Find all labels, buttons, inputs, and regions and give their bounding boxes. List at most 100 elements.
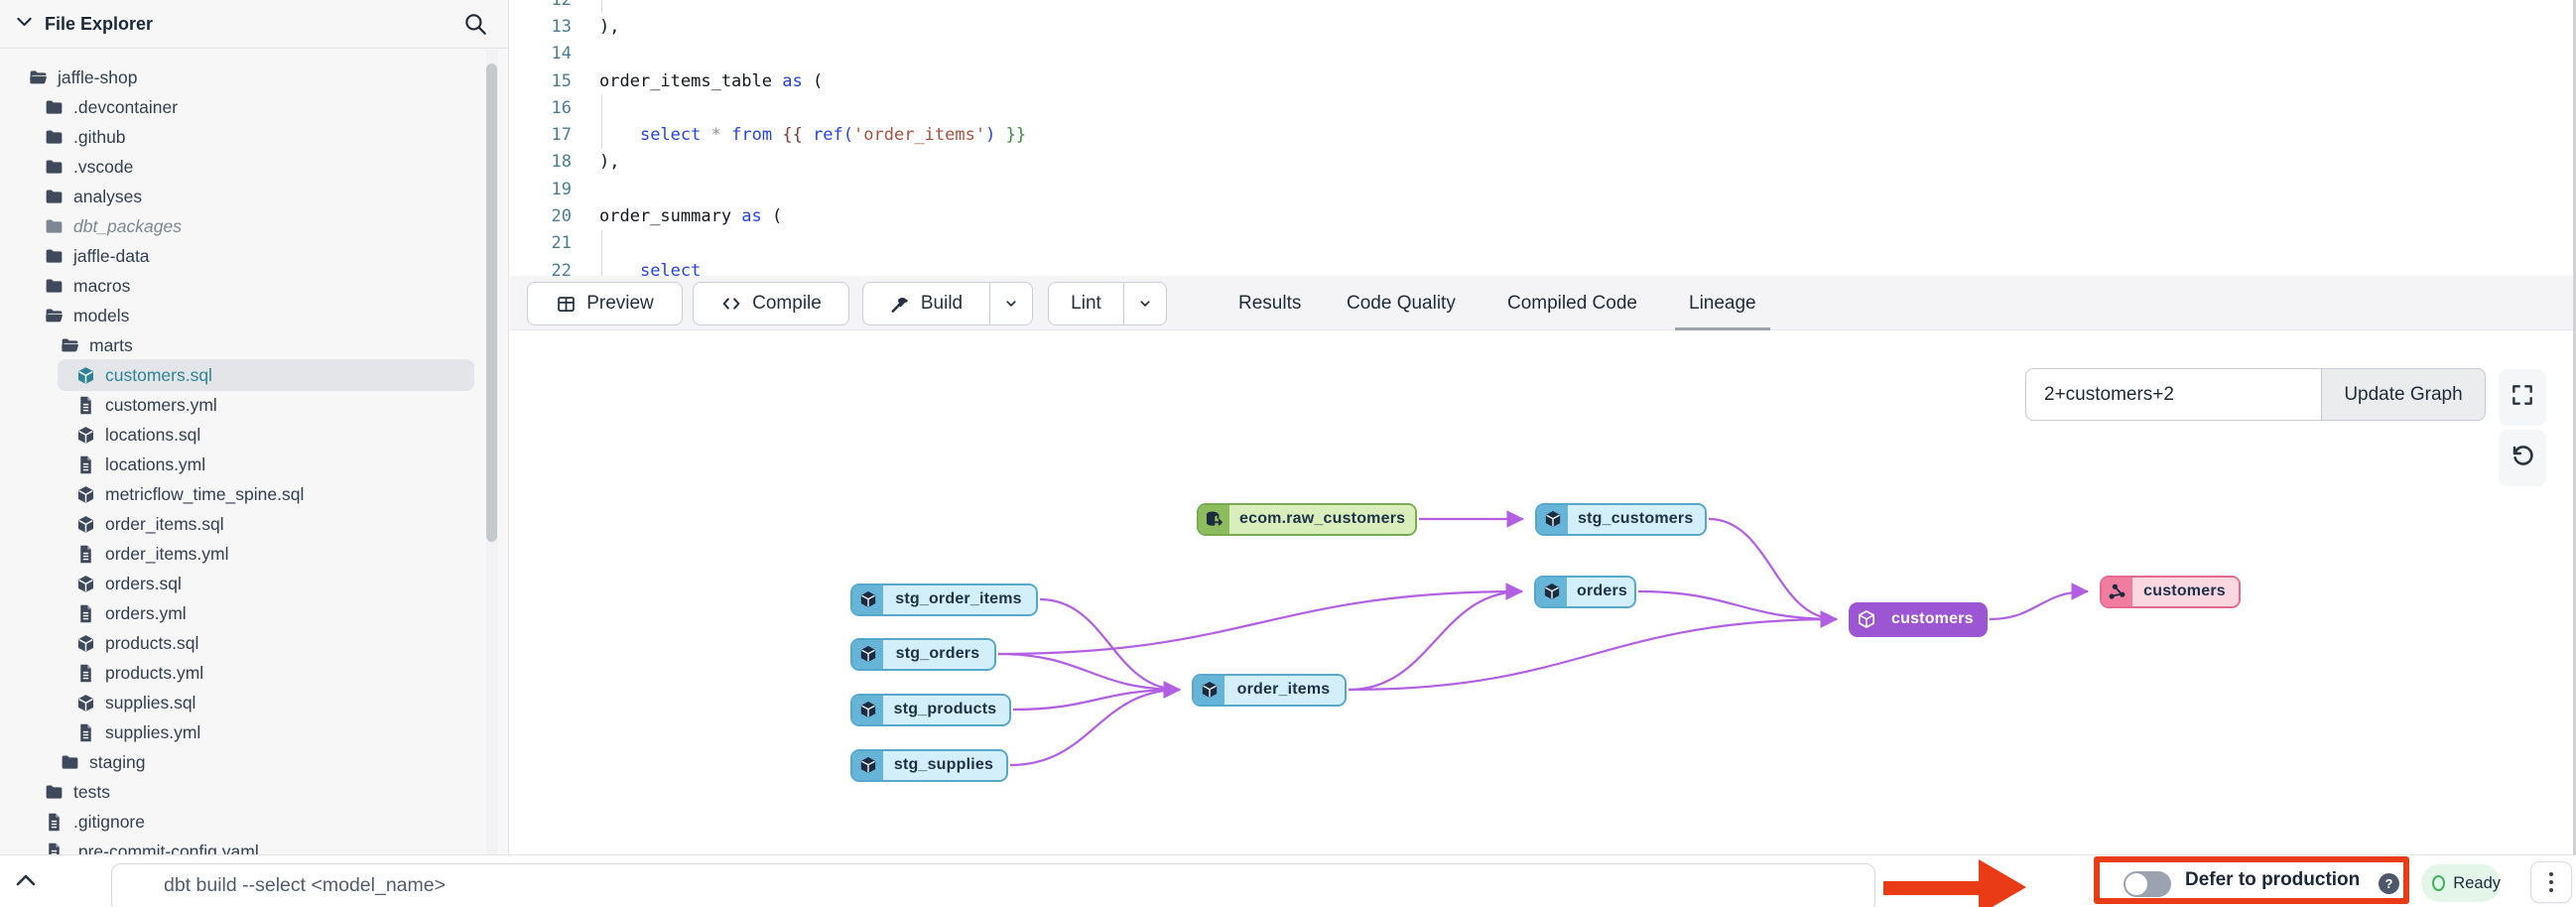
lineage-node-order-items[interactable]: order_items — [1192, 674, 1347, 707]
tree-item-staging[interactable]: staging — [0, 747, 508, 777]
lineage-node-customers-exposure[interactable]: customers — [2100, 576, 2241, 608]
lineage-node-stg-order-items[interactable]: stg_order_items — [850, 583, 1038, 616]
fullscreen-icon — [2510, 382, 2535, 413]
tree-item--vscode[interactable]: .vscode — [0, 152, 508, 182]
tree-item-orders-sql[interactable]: orders.sql — [0, 569, 508, 598]
tree-item-tests[interactable]: tests — [0, 777, 508, 807]
file-tree: jaffle-shop.devcontainer.github.vscodean… — [0, 49, 508, 854]
tree-item-models[interactable]: models — [0, 301, 508, 330]
cube-white-icon — [1851, 604, 1881, 635]
tree-item-products-sql[interactable]: products.sql — [0, 628, 508, 658]
tree-item-macros[interactable]: macros — [0, 271, 508, 301]
lineage-node-label: stg_supplies — [883, 751, 1006, 780]
tree-item-jaffle-data[interactable]: jaffle-data — [0, 241, 508, 271]
fullscreen-button[interactable] — [2499, 369, 2546, 426]
tree-item-supplies-yml[interactable]: supplies.yml — [0, 717, 508, 747]
tree-item--pre-commit-config-yaml[interactable]: .pre-commit-config.yaml — [0, 837, 508, 854]
folder-icon — [44, 97, 64, 118]
file-explorer-sidebar: File Explorer jaffle-shop.devcontainer.g… — [0, 0, 509, 854]
lineage-node-stg-supplies[interactable]: stg_supplies — [850, 749, 1008, 782]
lineage-node-ecom-raw-customers[interactable]: ecom.raw_customers — [1197, 503, 1417, 536]
tree-item--github[interactable]: .github — [0, 122, 508, 152]
code-line-20[interactable]: 20order_summary as ( — [510, 202, 2576, 229]
code-line-19[interactable]: 19 — [510, 176, 2576, 202]
code-text: order_summary as ( — [599, 206, 782, 226]
model-icon — [75, 514, 96, 535]
lineage-selector-input[interactable] — [2025, 368, 2321, 421]
tree-item-label: macros — [73, 276, 130, 297]
code-line-16[interactable]: 16 — [510, 94, 2576, 121]
tree-item-orders-yml[interactable]: orders.yml — [0, 598, 508, 628]
tree-item-locations-yml[interactable]: locations.yml — [0, 450, 508, 479]
sidebar-scrollbar-thumb[interactable] — [486, 64, 497, 542]
chevron-up-icon[interactable] — [14, 871, 38, 889]
lineage-node-label: stg_products — [883, 696, 1009, 724]
folder-icon — [44, 157, 64, 178]
tab-lineage[interactable]: Lineage — [1689, 276, 1756, 330]
lineage-node-stg-customers[interactable]: stg_customers — [1535, 503, 1707, 536]
tree-item-metricflow-time-spine-sql[interactable]: metricflow_time_spine.sql — [0, 479, 508, 509]
tree-item-customers-sql[interactable]: customers.sql — [0, 360, 508, 390]
tree-item-dbt-packages[interactable]: dbt_packages — [0, 211, 508, 241]
code-line-21[interactable]: 21 — [510, 230, 2576, 257]
tree-item-locations-sql[interactable]: locations.sql — [0, 420, 508, 450]
file-icon — [75, 395, 96, 416]
code-text: order_items_table as ( — [599, 71, 823, 91]
update-graph-button[interactable]: Update Graph — [2321, 368, 2486, 421]
tree-item-label: tests — [73, 782, 110, 803]
line-number: 17 — [510, 125, 572, 145]
code-line-22[interactable]: 22 select — [510, 257, 2576, 276]
tree-item-analyses[interactable]: analyses — [0, 182, 508, 211]
line-number: 14 — [510, 44, 572, 64]
help-icon[interactable]: ? — [2379, 873, 2399, 894]
code-line-13[interactable]: 13), — [510, 13, 2576, 40]
lineage-node-stg-orders[interactable]: stg_orders — [850, 638, 996, 671]
file-icon — [44, 842, 64, 855]
tree-item-supplies-sql[interactable]: supplies.sql — [0, 688, 508, 717]
line-number: 12 — [510, 0, 572, 10]
tree-item-label: customers.sql — [105, 365, 212, 386]
reset-view-button[interactable] — [2499, 430, 2546, 486]
code-text: ), — [599, 17, 619, 37]
tree-item-marts[interactable]: marts — [0, 330, 508, 360]
tree-item--devcontainer[interactable]: .devcontainer — [0, 92, 508, 122]
file-icon — [75, 544, 96, 565]
search-icon[interactable] — [462, 11, 488, 37]
tree-item-jaffle-shop[interactable]: jaffle-shop — [0, 63, 508, 92]
lineage-node-label: stg_order_items — [883, 585, 1036, 614]
code-editor[interactable]: 1213),1415order_items_table as (1617 sel… — [510, 0, 2576, 276]
tree-item-customers-yml[interactable]: customers.yml — [0, 390, 508, 420]
indent-guide — [601, 257, 602, 276]
command-input[interactable] — [111, 863, 1875, 907]
cube-dark-icon — [852, 696, 883, 724]
code-text: select * from {{ ref('order_items') }} — [599, 125, 1026, 145]
tree-item-products-yml[interactable]: products.yml — [0, 658, 508, 688]
tab-compiled-code[interactable]: Compiled Code — [1507, 276, 1637, 330]
code-line-15[interactable]: 15order_items_table as ( — [510, 67, 2576, 94]
tree-item-order-items-yml[interactable]: order_items.yml — [0, 539, 508, 569]
lineage-node-stg-products[interactable]: stg_products — [850, 694, 1011, 726]
database-export-icon — [1199, 505, 1229, 534]
file-icon — [44, 812, 64, 833]
code-text: ), — [599, 152, 619, 172]
tree-item-order-items-sql[interactable]: order_items.sql — [0, 509, 508, 539]
kebab-menu-button[interactable] — [2530, 861, 2572, 903]
code-line-12[interactable]: 12 — [510, 0, 2576, 13]
lineage-node-customers[interactable]: customers — [1849, 602, 1988, 637]
defer-to-production-toggle[interactable] — [2124, 871, 2171, 897]
tree-item-label: customers.yml — [105, 395, 217, 416]
file-icon — [75, 663, 96, 684]
code-line-18[interactable]: 18), — [510, 149, 2576, 176]
lineage-node-label: orders — [1567, 578, 1636, 606]
lineage-node-orders[interactable]: orders — [1534, 576, 1636, 608]
tree-item--gitignore[interactable]: .gitignore — [0, 807, 508, 837]
code-line-14[interactable]: 14 — [510, 41, 2576, 67]
defer-to-production-label: Defer to production — [2185, 855, 2360, 907]
code-line-17[interactable]: 17 select * from {{ ref('order_items') }… — [510, 121, 2576, 148]
tab-results[interactable]: Results — [1238, 276, 1301, 330]
file-explorer-header: File Explorer — [0, 0, 508, 49]
chevron-down-icon[interactable] — [14, 11, 35, 37]
tab-code-quality[interactable]: Code Quality — [1347, 276, 1456, 330]
lineage-canvas[interactable]: ecom.raw_customers stg_customers stg_order… — [510, 330, 2576, 854]
folder-icon — [44, 782, 64, 803]
